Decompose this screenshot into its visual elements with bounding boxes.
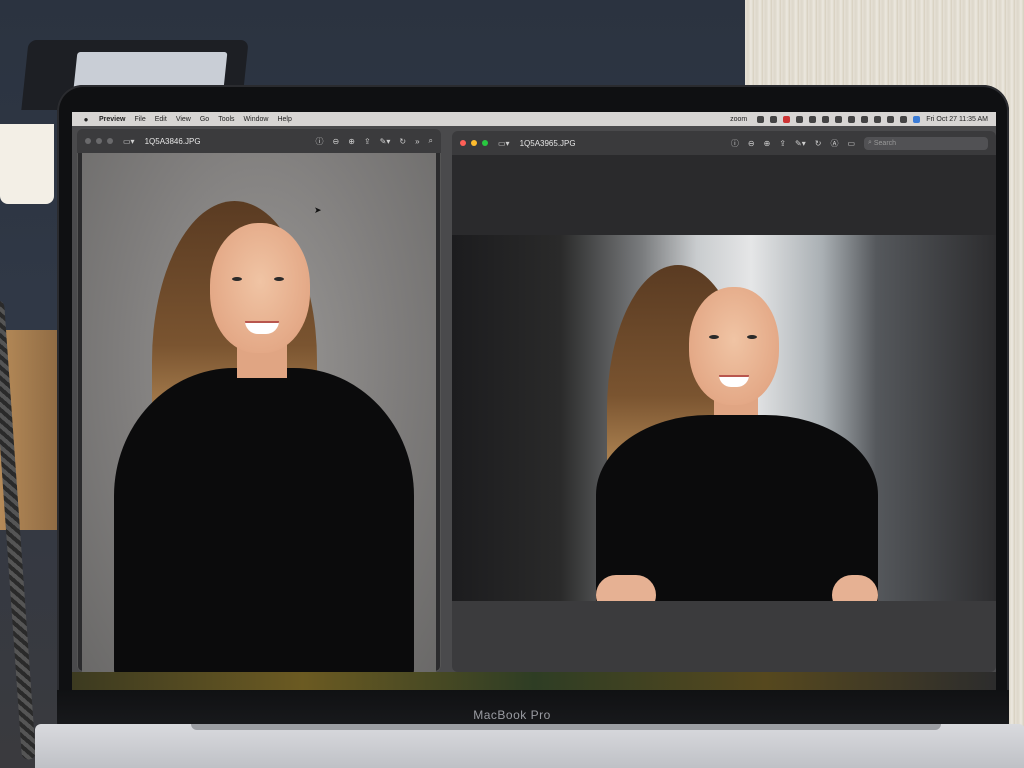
status-icon[interactable] [848,115,856,123]
toolbar-tools: ⓘ ⊖ ⊕ ⇪ ✎▾ ↻ » ⌕ [316,136,433,147]
zoom-button[interactable] [482,140,488,146]
menu-edit[interactable]: Edit [155,116,167,123]
laptop-base [35,724,1024,768]
zoom-button[interactable] [107,138,113,144]
right-arm [832,575,878,601]
image-canvas-bottom [452,601,996,672]
close-button[interactable] [460,140,466,146]
window-controls [85,138,113,144]
brand-label: MacBook Pro [473,708,551,722]
minimize-button[interactable] [96,138,102,144]
eye [232,277,242,281]
control-center-icon[interactable] [900,115,908,123]
wifi-icon[interactable] [874,115,882,123]
status-icon[interactable] [809,115,817,123]
eye [274,277,284,281]
chevrons-right-icon[interactable]: » [415,137,419,146]
zoom-status[interactable]: zoom [730,116,747,123]
pen-icon[interactable]: ✎▾ [795,139,806,148]
share-icon[interactable]: ⇪ [364,137,371,146]
info-icon[interactable]: ⓘ [316,136,324,147]
preview-window-left: ▭▾ 1Q5A3846.JPG ⓘ ⊖ ⊕ ⇪ ✎▾ ↻ » ⌕ ➤ [77,129,441,672]
mouse-cursor-icon: ➤ [314,205,322,215]
preview-window-right: ▭▾ 1Q5A3965.JPG ⓘ ⊖ ⊕ ⇪ ✎▾ ↻ Ⓐ ▭ ⌕ Searc… [452,131,996,672]
screen: ● Preview File Edit View Go Tools Window… [72,112,996,690]
search-icon[interactable]: ⌕ [429,136,433,146]
zoom-in-icon[interactable]: ⊕ [348,137,355,146]
clock[interactable]: Fri Oct 27 11:35 AM [926,116,988,123]
status-icon[interactable] [757,115,765,123]
status-icon[interactable] [835,115,843,123]
status-icon[interactable] [796,115,804,123]
search-field[interactable]: ⌕ Search [864,136,988,150]
share-icon[interactable]: ⇪ [779,139,786,148]
markup-icon[interactable]: Ⓐ [830,138,838,149]
minimize-button[interactable] [471,140,477,146]
form-icon[interactable]: ▭ [847,139,855,148]
eye [747,335,757,339]
status-area: zoom Fri Oct 27 11:35 AM [730,115,988,123]
search-icon[interactable] [887,115,895,123]
menu-bar: ● Preview File Edit View Go Tools Window… [72,112,996,126]
eye [709,335,719,339]
status-icon[interactable] [822,115,830,123]
menu-go[interactable]: Go [200,116,209,123]
sidebar-icon[interactable]: ▭▾ [123,137,135,146]
zoom-out-icon[interactable]: ⊖ [333,137,340,146]
menu-tools[interactable]: Tools [218,116,234,123]
window-title: 1Q5A3965.JPG [519,138,576,148]
window-title: 1Q5A3846.JPG [144,136,201,146]
info-icon[interactable]: ⓘ [731,138,739,149]
menu-window[interactable]: Window [244,116,269,123]
photo-portrait-studio: ➤ [82,153,436,672]
left-arm [596,575,656,601]
pen-icon[interactable]: ✎▾ [380,137,391,146]
face [689,287,779,405]
menu-view[interactable]: View [176,116,191,123]
black-top [114,368,414,672]
rotate-icon[interactable]: ↻ [399,137,406,146]
siri-icon[interactable] [913,115,921,123]
zoom-in-icon[interactable]: ⊕ [764,139,771,148]
image-canvas-top [452,155,996,235]
close-button[interactable] [85,138,91,144]
window-controls [460,140,488,146]
zoom-out-icon[interactable]: ⊖ [748,139,755,148]
black-top [596,415,878,601]
window-toolbar: ▭▾ 1Q5A3965.JPG ⓘ ⊖ ⊕ ⇪ ✎▾ ↻ Ⓐ ▭ ⌕ Searc… [452,131,996,155]
status-icon[interactable] [770,115,778,123]
desktop-wallpaper [72,672,996,690]
toolbar-tools: ⓘ ⊖ ⊕ ⇪ ✎▾ ↻ Ⓐ ▭ ⌕ Search [731,136,988,150]
apple-icon[interactable]: ● [82,115,90,124]
sidebar-icon[interactable]: ▭▾ [498,139,510,148]
search-placeholder: Search [873,139,897,147]
window-toolbar: ▭▾ 1Q5A3846.JPG ⓘ ⊖ ⊕ ⇪ ✎▾ ↻ » ⌕ [77,129,441,153]
menu-help[interactable]: Help [277,116,291,123]
menu-app-name[interactable]: Preview [99,116,125,123]
photo-portrait-office [452,235,996,601]
rotate-icon[interactable]: ↻ [815,139,822,148]
background-cup [0,124,54,204]
status-icon[interactable] [783,115,791,123]
menu-file[interactable]: File [134,116,145,123]
battery-icon[interactable] [861,115,869,123]
